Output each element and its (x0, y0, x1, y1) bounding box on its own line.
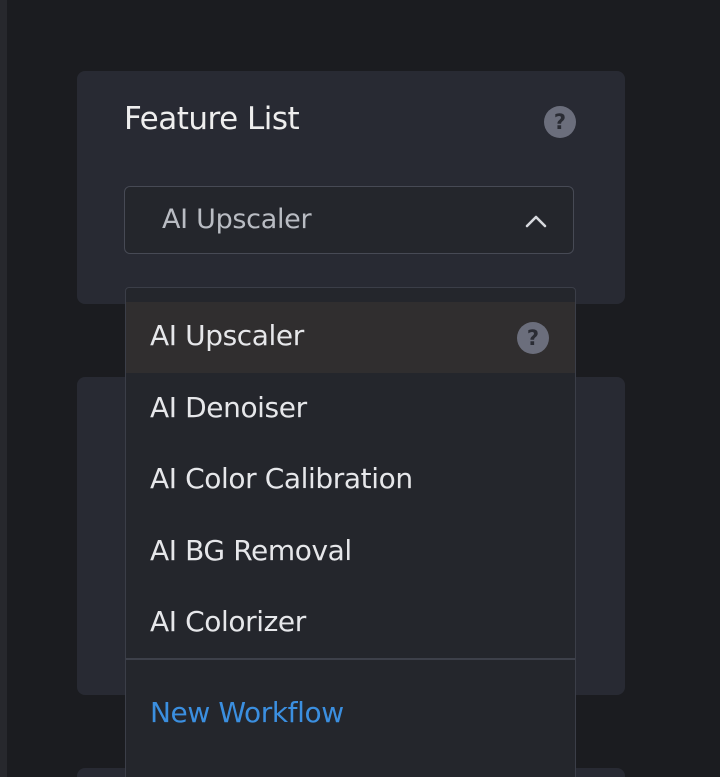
feature-select-value: AI Upscaler (162, 204, 312, 235)
dropdown-item-ai-upscaler[interactable]: AI Upscaler ? (126, 302, 575, 373)
feature-list-panel: Feature List ? AI Upscaler (77, 71, 625, 304)
new-workflow-link[interactable]: New Workflow (150, 696, 344, 729)
feature-dropdown-menu: AI Upscaler ? AI Denoiser AI Color Calib… (125, 287, 576, 777)
dropdown-item-label: AI Denoiser (150, 391, 307, 424)
app-window: Feature List ? AI Upscaler AI Upscaler ?… (0, 0, 720, 777)
chevron-up-icon[interactable] (524, 211, 548, 231)
dropdown-item-label: AI BG Removal (150, 534, 352, 567)
dropdown-divider (126, 658, 575, 660)
dropdown-item-label: AI Upscaler (150, 319, 304, 352)
dropdown-item-label: AI Color Calibration (150, 462, 413, 495)
dropdown-item-ai-denoiser[interactable]: AI Denoiser (126, 374, 575, 445)
dropdown-item-ai-color-calibration[interactable]: AI Color Calibration (126, 445, 575, 516)
left-edge-strip (0, 0, 7, 777)
feature-select[interactable]: AI Upscaler (124, 186, 574, 254)
panel-title: Feature List (124, 101, 300, 137)
help-icon[interactable]: ? (544, 106, 576, 138)
help-icon[interactable]: ? (517, 322, 549, 354)
dropdown-item-label: AI Colorizer (150, 605, 306, 638)
dropdown-item-ai-bg-removal[interactable]: AI BG Removal (126, 517, 575, 588)
dropdown-item-ai-colorizer[interactable]: AI Colorizer (126, 588, 575, 659)
